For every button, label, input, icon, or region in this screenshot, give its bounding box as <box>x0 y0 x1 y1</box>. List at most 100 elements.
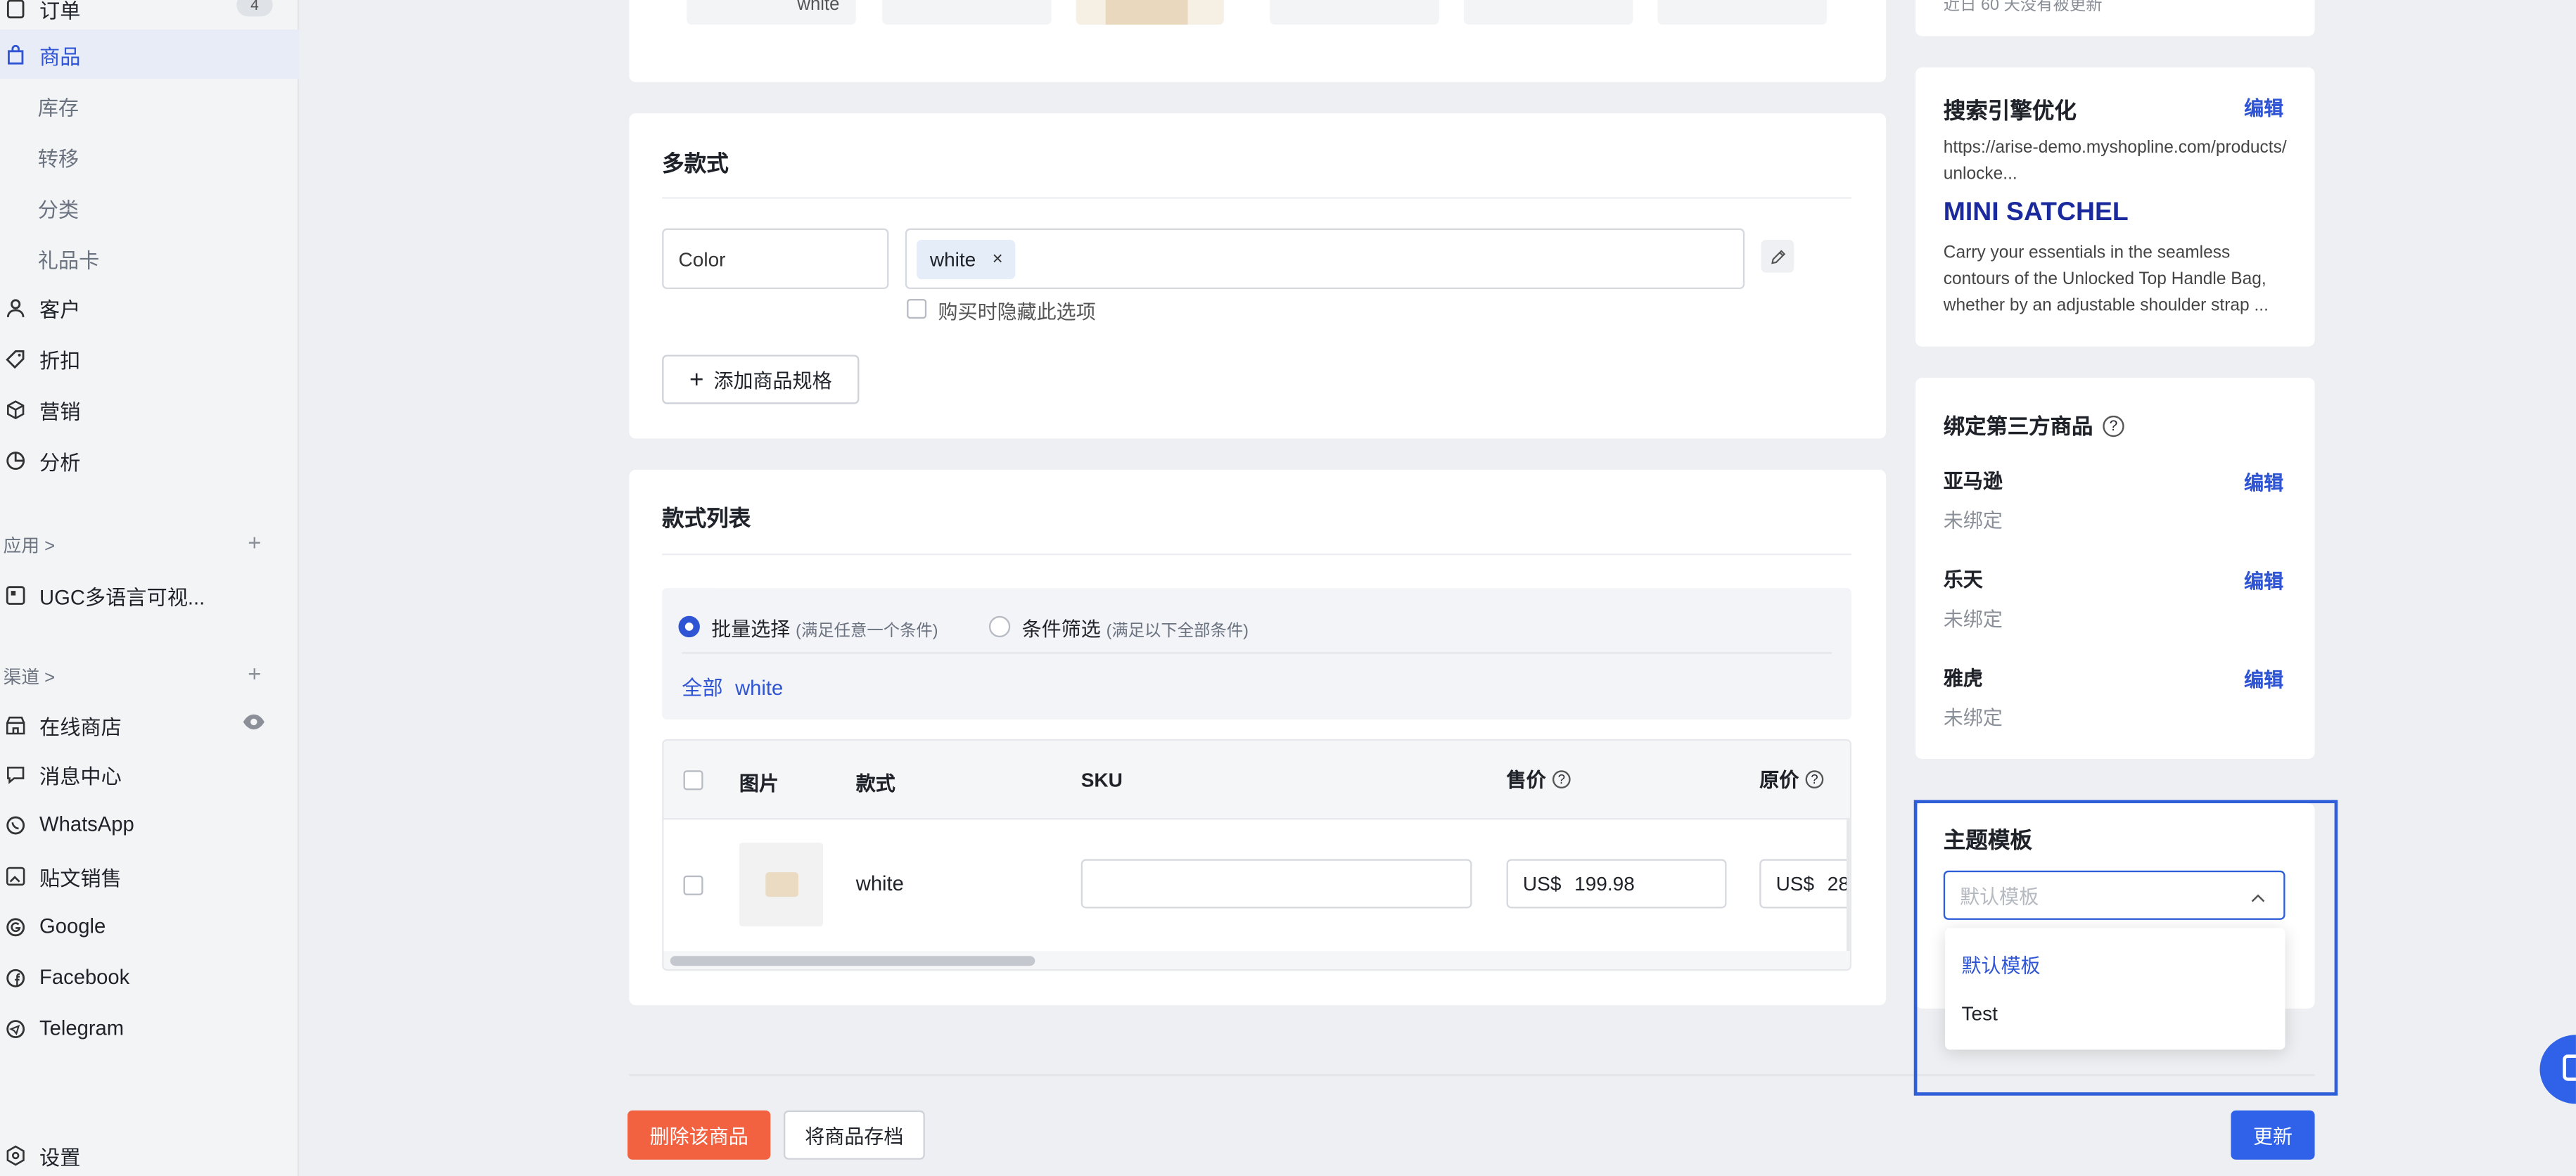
select-all-checkbox[interactable] <box>683 770 703 791</box>
chat-icon <box>4 762 27 786</box>
tag-icon <box>4 347 27 370</box>
variant-image[interactable] <box>739 843 824 927</box>
yahoo-label: 雅虎 <box>1943 667 1983 690</box>
price-input[interactable]: US$ 199.98 <box>1506 859 1727 909</box>
seo-title: 搜索引擎优化 <box>1943 98 2077 124</box>
nav-analytics[interactable]: 分析 <box>0 435 299 485</box>
option-value-tag-label: white <box>929 247 976 271</box>
nav-products-label: 商品 <box>39 45 81 68</box>
media-thumb-image[interactable] <box>1076 0 1224 25</box>
archive-product-button[interactable]: 将商品存档 <box>783 1110 925 1160</box>
variants-title: 多款式 <box>662 151 729 176</box>
row-variant-name: white <box>855 872 904 895</box>
nav-message-center-label: 消息中心 <box>39 765 122 788</box>
nav-telegram[interactable]: Telegram <box>0 1004 299 1053</box>
col-variant: 款式 <box>855 772 895 795</box>
update-button[interactable]: 更新 <box>2231 1110 2315 1160</box>
nav-facebook[interactable]: Facebook <box>0 953 299 1002</box>
divider <box>662 197 1851 199</box>
rakuten-edit-link[interactable]: 编辑 <box>2244 567 2283 595</box>
nav-message-center[interactable]: 消息中心 <box>0 749 299 798</box>
nav-gift-cards-label: 礼品卡 <box>37 248 100 272</box>
nav-customers[interactable]: 客户 <box>0 283 299 332</box>
edit-pencil-icon[interactable] <box>1761 239 1794 273</box>
nav-post-sales-label: 贴文销售 <box>39 866 122 890</box>
nav-discounts[interactable]: 折扣 <box>0 333 299 383</box>
horizontal-scrollbar[interactable] <box>663 951 1850 969</box>
option-values-input[interactable]: white × <box>905 228 1745 290</box>
option-name-input[interactable]: Color <box>662 228 889 290</box>
nav-collections[interactable]: 分类 <box>0 182 299 231</box>
nav-gift-cards[interactable]: 礼品卡 <box>0 234 299 283</box>
apps-section-label[interactable]: 应用 > <box>4 532 56 558</box>
remove-tag-icon[interactable]: × <box>993 249 1003 269</box>
nav-orders[interactable]: 订单 4 <box>0 0 299 33</box>
col-price-label: 售价 <box>1506 768 1546 792</box>
hide-option-checkbox[interactable] <box>907 299 927 319</box>
nav-products[interactable]: 商品 <box>0 30 300 79</box>
app-icon <box>4 583 27 606</box>
media-thumb[interactable] <box>1657 0 1827 25</box>
divider <box>682 652 1832 654</box>
help-icon[interactable]: ? <box>1805 770 1824 788</box>
third-party-title: 绑定第三方商品? <box>1944 409 2124 440</box>
col-sku: SKU <box>1080 768 1123 792</box>
pie-chart-icon <box>4 449 27 472</box>
filter-white-link[interactable]: white <box>735 677 783 700</box>
store-icon <box>4 713 27 736</box>
price-value: 199.98 <box>1574 872 1635 895</box>
filter-panel: 批量选择 (满足任意一个条件) 条件筛选 (满足以下全部条件) 全部 white <box>662 588 1851 720</box>
row-checkbox[interactable] <box>683 875 703 895</box>
nav-transfers[interactable]: 转移 <box>0 132 299 181</box>
nav-settings[interactable]: 设置 <box>0 1130 299 1176</box>
yahoo-edit-link[interactable]: 编辑 <box>2244 665 2283 694</box>
nav-post-sales[interactable]: 贴文销售 <box>0 851 299 900</box>
help-icon[interactable]: ? <box>1552 770 1571 788</box>
amazon-label: 亚马逊 <box>1943 469 2003 493</box>
nav-telegram-label: Telegram <box>39 1016 125 1040</box>
media-thumb[interactable] <box>1463 0 1633 25</box>
third-party-card: 绑定第三方商品? 亚马逊 编辑 未绑定 乐天 编辑 未绑定 雅虎 编辑 未绑定 <box>1915 378 2315 759</box>
nav-transfers-label: 转移 <box>37 147 79 170</box>
condition-filter-radio[interactable] <box>988 615 1011 638</box>
dropdown-option-test[interactable]: Test <box>1961 1002 1997 1025</box>
nav-google[interactable]: Google <box>0 902 299 951</box>
media-thumb[interactable]: white <box>687 0 856 25</box>
bag-icon <box>4 43 27 66</box>
add-channel-plus-icon[interactable]: + <box>248 660 261 686</box>
eye-icon[interactable] <box>241 713 266 736</box>
nav-marketing[interactable]: 营销 <box>0 384 299 433</box>
nav-online-store[interactable]: 在线商店 <box>0 700 299 749</box>
media-thumb[interactable] <box>882 0 1052 25</box>
compare-price-prefix: US$ <box>1775 872 1815 895</box>
channels-section-label[interactable]: 渠道 > <box>4 664 56 690</box>
help-icon[interactable]: ? <box>2103 414 2124 437</box>
divider <box>662 554 1851 556</box>
sku-input[interactable] <box>1080 859 1472 909</box>
batch-select-radio[interactable] <box>678 615 700 638</box>
nav-app-ugc[interactable]: UGC多语言可视... <box>0 570 299 619</box>
settings-gear-icon <box>4 1143 27 1166</box>
nav-inventory[interactable]: 库存 <box>0 80 299 129</box>
add-spec-button[interactable]: + 添加商品规格 <box>662 354 860 404</box>
support-chat-button[interactable] <box>2539 1035 2576 1104</box>
compare-price-input[interactable]: US$ 28 <box>1759 859 1850 909</box>
add-spec-button-label: 添加商品规格 <box>713 369 832 392</box>
seo-edit-link[interactable]: 编辑 <box>2244 94 2283 122</box>
nav-online-store-label: 在线商店 <box>39 715 122 739</box>
dropdown-option-default[interactable]: 默认模板 <box>1961 951 2040 979</box>
nav-google-label: Google <box>39 914 106 938</box>
user-icon <box>4 295 27 319</box>
nav-collections-label: 分类 <box>37 198 79 222</box>
filter-all-link[interactable]: 全部 <box>682 677 722 700</box>
scrollbar-thumb[interactable] <box>670 956 1035 966</box>
nav-settings-label: 设置 <box>39 1145 81 1169</box>
orders-icon <box>4 0 27 20</box>
media-thumb[interactable] <box>1270 0 1439 25</box>
nav-customers-label: 客户 <box>39 298 81 321</box>
seo-page-title: MINI SATCHEL <box>1943 198 2129 227</box>
delete-product-button[interactable]: 删除该商品 <box>627 1110 771 1160</box>
add-app-plus-icon[interactable]: + <box>248 529 261 555</box>
nav-whatsapp[interactable]: WhatsApp <box>0 800 299 849</box>
amazon-edit-link[interactable]: 编辑 <box>2244 468 2283 497</box>
